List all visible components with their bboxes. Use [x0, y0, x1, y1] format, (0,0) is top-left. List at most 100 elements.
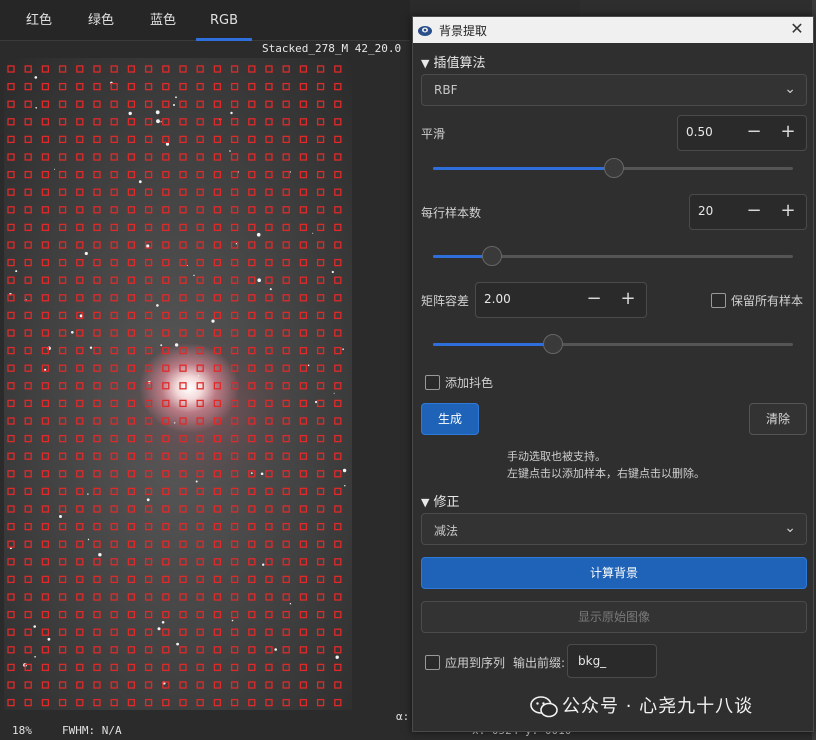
star	[260, 472, 264, 476]
plus-icon[interactable]: +	[618, 288, 638, 309]
star	[34, 656, 36, 658]
chevron-down-icon: ⌄	[784, 520, 796, 536]
checkbox-box[interactable]	[425, 655, 440, 670]
slider-handle[interactable]	[604, 158, 624, 178]
star	[173, 104, 175, 106]
dialog-title: 背景提取	[439, 24, 488, 38]
show-original-button[interactable]: 显示原始图像	[421, 601, 807, 633]
channel-tabs: 红色 绿色 蓝色 RGB	[0, 0, 410, 41]
slider-handle[interactable]	[481, 246, 502, 266]
slider-handle[interactable]	[542, 334, 563, 354]
star	[211, 319, 215, 323]
checkbox-box[interactable]	[711, 293, 726, 308]
interpolation-method-value: RBF	[434, 83, 458, 97]
star	[33, 625, 36, 628]
samples-per-line-spinbox[interactable]: 20 − +	[689, 194, 807, 230]
dialog-titlebar[interactable]: 背景提取 ✕	[413, 17, 813, 43]
keep-all-samples-checkbox[interactable]: 保留所有样本	[711, 292, 803, 309]
tolerance-spinbox[interactable]: 2.00 − +	[475, 282, 647, 318]
output-prefix-label: 输出前缀:	[513, 656, 566, 670]
correction-method-select[interactable]: 减法 ⌄	[421, 513, 807, 545]
star	[87, 493, 89, 495]
star	[156, 119, 160, 124]
star	[155, 110, 160, 115]
zoom-level: 18%	[12, 724, 32, 737]
image-title: Stacked_278_M 42_20.0	[262, 42, 402, 55]
star	[146, 244, 150, 248]
tolerance-value: 2.00	[484, 292, 511, 306]
star	[98, 553, 102, 557]
star	[84, 251, 88, 256]
minus-icon[interactable]: −	[584, 288, 604, 309]
background-extraction-dialog: 背景提取 ✕ ▼ 插值算法 RBF ⌄ 平滑 0.50 − + 每行样本数 20 …	[412, 16, 814, 732]
tab-blue[interactable]: 蓝色	[136, 0, 190, 40]
smoothing-value: 0.50	[686, 125, 713, 139]
add-dither-label: 添加抖色	[445, 376, 494, 390]
tab-green[interactable]: 绿色	[74, 0, 128, 40]
star	[262, 563, 265, 566]
output-prefix-input[interactable]: bkg_	[567, 644, 657, 678]
fwhm-readout: FWHM: N/A	[62, 724, 122, 737]
output-prefix-value: bkg_	[578, 654, 607, 668]
slider-fill	[433, 343, 552, 346]
star	[160, 121, 162, 123]
star	[157, 627, 161, 631]
star	[257, 278, 261, 282]
watermark-text: 公众号 · 心尧九十八谈	[562, 696, 754, 717]
star	[197, 375, 200, 377]
star	[193, 274, 195, 277]
star	[47, 637, 51, 641]
image-viewer[interactable]	[4, 58, 352, 710]
star	[335, 655, 339, 659]
smoothing-label: 平滑	[421, 127, 446, 141]
plus-icon[interactable]: +	[778, 200, 798, 221]
star	[231, 619, 234, 622]
interpolation-header-label: 插值算法	[433, 56, 486, 71]
samples-per-line-slider[interactable]	[433, 246, 793, 266]
tab-rgb[interactable]: RGB	[196, 0, 253, 41]
alpha-readout: α:	[396, 710, 410, 723]
tolerance-slider[interactable]	[433, 334, 793, 354]
star	[174, 343, 179, 347]
apply-to-sequence-checkbox[interactable]: 应用到序列	[425, 654, 505, 671]
tab-red[interactable]: 红色	[12, 0, 66, 40]
star	[128, 111, 132, 116]
close-icon[interactable]: ✕	[787, 19, 807, 38]
app-icon	[418, 26, 432, 36]
star	[342, 348, 344, 351]
star	[289, 603, 292, 605]
smoothing-slider[interactable]	[433, 158, 793, 178]
star	[174, 422, 176, 424]
minus-icon[interactable]: −	[744, 121, 764, 142]
correction-method-value: 减法	[434, 524, 459, 538]
add-dither-checkbox[interactable]: 添加抖色	[425, 374, 493, 391]
smoothing-spinbox[interactable]: 0.50 − +	[677, 115, 807, 151]
correction-section-header[interactable]: ▼ 修正	[421, 491, 459, 510]
click-instructions-hint: 左键点击以添加样本，右键点击以删除。	[507, 467, 705, 480]
nebula-core	[139, 343, 239, 433]
keep-all-samples-label: 保留所有样本	[731, 294, 804, 308]
star	[342, 468, 347, 473]
interpolation-method-select[interactable]: RBF ⌄	[421, 74, 807, 106]
star	[59, 515, 62, 518]
generate-button[interactable]: 生成	[421, 403, 479, 435]
minus-icon[interactable]: −	[744, 200, 764, 221]
star	[71, 331, 74, 334]
star	[289, 171, 291, 173]
checkbox-box[interactable]	[425, 375, 440, 390]
star	[54, 168, 55, 170]
star	[156, 304, 159, 307]
star	[307, 364, 310, 367]
star	[230, 111, 233, 115]
star	[89, 346, 93, 349]
star	[195, 480, 198, 483]
manual-selection-hint: 手动选取也被支持。	[507, 450, 606, 463]
samples-per-line-value: 20	[698, 204, 714, 218]
plus-icon[interactable]: +	[778, 121, 798, 142]
compute-background-button[interactable]: 计算背景	[421, 557, 807, 589]
star	[344, 485, 346, 487]
clear-button[interactable]: 清除	[749, 403, 807, 435]
star	[160, 344, 163, 347]
interpolation-section-header[interactable]: ▼ 插值算法	[421, 52, 485, 71]
image-canvas[interactable]	[4, 58, 352, 710]
